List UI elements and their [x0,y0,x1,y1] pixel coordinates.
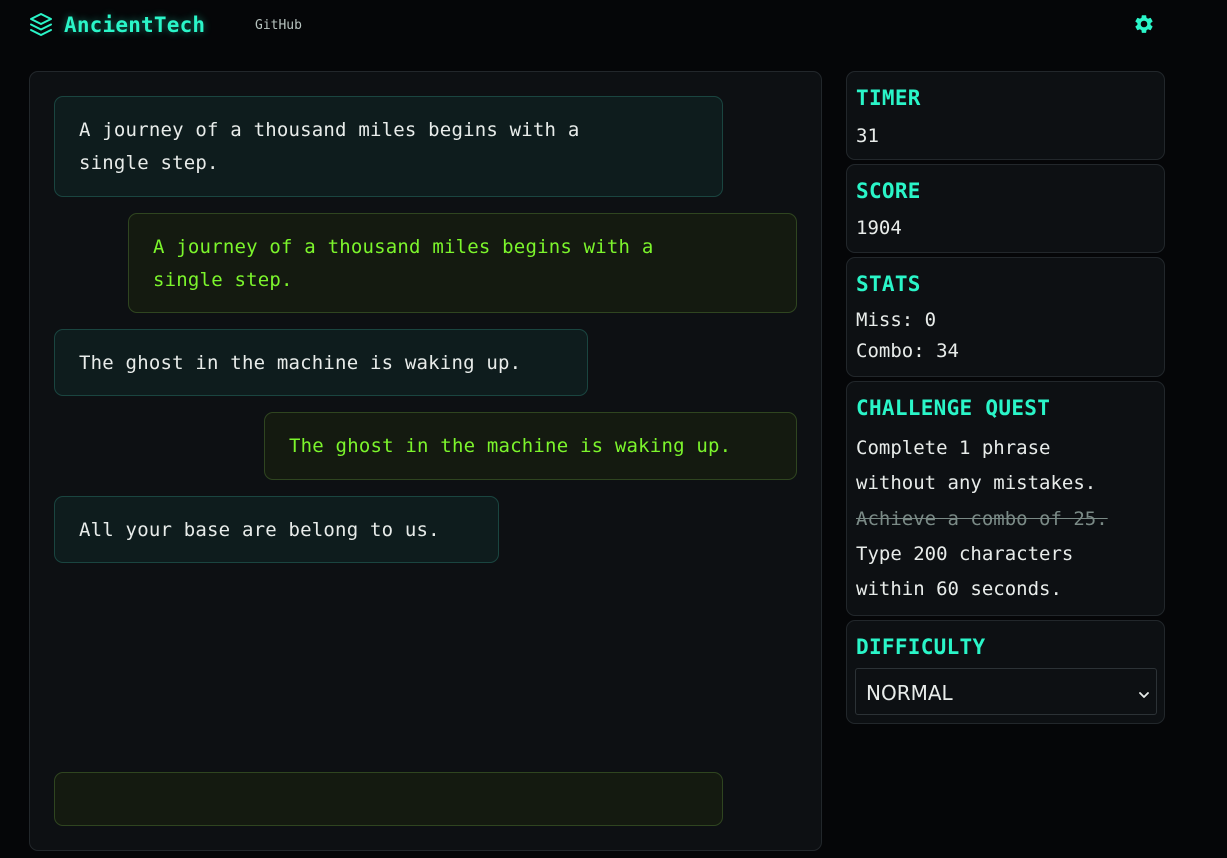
prompt-bubble: All your base are belong to us. [54,496,499,563]
prompt-bubble: A journey of a thousand miles begins wit… [54,96,723,197]
quest-line: Complete 1 phrase [856,437,1051,459]
bubble-line: The ghost in the machine is waking up. [79,352,522,374]
quest-line: without any mistakes. [856,472,1097,494]
bubble-line: A journey of a thousand miles begins wit… [153,236,654,258]
stats-title: STATS [856,272,921,296]
chevron-down-icon [1138,686,1150,698]
bubble-line: The ghost in the machine is waking up. [289,435,732,457]
bubble-line: A journey of a thousand miles begins wit… [79,119,580,141]
score-title: SCORE [856,179,921,203]
quest-line-completed: Achieve a combo of 25. [856,508,1108,530]
timer-title: TIMER [856,86,921,110]
score-value: 1904 [856,217,902,239]
difficulty-title: DIFFICULTY [856,635,986,659]
prompt-bubble: The ghost in the machine is waking up. [54,329,588,396]
typing-input[interactable] [54,772,723,826]
quest-title: CHALLENGE QUEST [856,396,1051,420]
top-bar: AncientTech GitHub [0,0,1227,54]
score-card: SCORE 1904 [846,164,1165,253]
timer-value: 31 [856,125,879,147]
typed-bubble: The ghost in the machine is waking up. [264,412,797,480]
stats-card: STATS Miss: 0 Combo: 34 [846,257,1165,377]
bubble-line: All your base are belong to us. [79,519,440,541]
github-link[interactable]: GitHub [255,18,302,33]
quest-line: within 60 seconds. [856,578,1062,600]
bubble-line: single step. [153,269,293,291]
challenge-quest-card: CHALLENGE QUEST Complete 1 phrase withou… [846,381,1165,616]
typed-bubble: A journey of a thousand miles begins wit… [128,213,797,313]
stats-combo: Combo: 34 [856,340,959,362]
brand-name: AncientTech [64,13,206,37]
gear-icon[interactable] [1133,13,1155,35]
difficulty-select[interactable]: NORMAL [855,668,1157,715]
brand[interactable]: AncientTech [29,12,205,38]
difficulty-selected-value: NORMAL [866,681,953,705]
bubble-line: single step. [79,152,219,174]
stacked-layers-icon [29,12,53,38]
quest-line: Type 200 characters [856,543,1074,565]
timer-card: TIMER 31 [846,71,1165,160]
difficulty-card: DIFFICULTY NORMAL [846,620,1165,724]
stats-miss: Miss: 0 [856,309,937,331]
chat-panel: A journey of a thousand miles begins wit… [29,71,822,851]
